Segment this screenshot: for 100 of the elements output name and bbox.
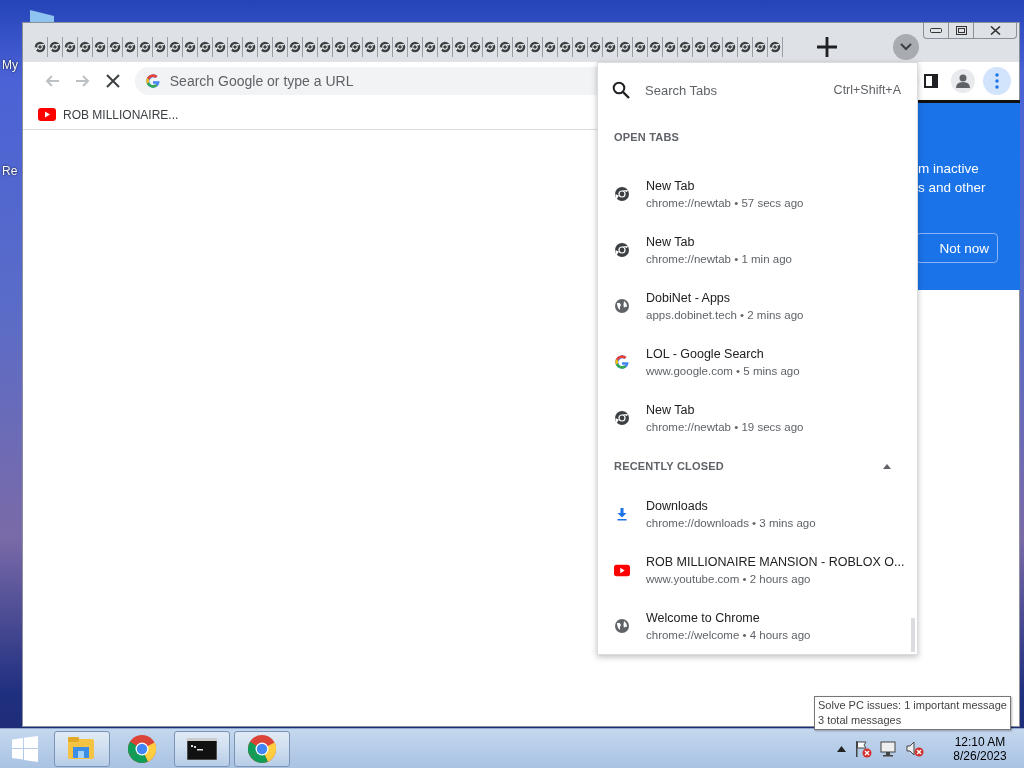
chrome-icon bbox=[379, 40, 391, 53]
tab[interactable] bbox=[513, 36, 528, 57]
tab[interactable] bbox=[603, 36, 618, 57]
tab[interactable] bbox=[528, 36, 543, 57]
tab[interactable] bbox=[78, 36, 93, 57]
tab[interactable] bbox=[93, 36, 108, 57]
tab-title[interactable]: Welcome to Chrome bbox=[646, 611, 811, 625]
tab[interactable] bbox=[438, 36, 453, 57]
promo-text: s and other bbox=[918, 180, 987, 195]
chevron-down-icon bbox=[900, 42, 912, 51]
chrome-icon bbox=[409, 40, 421, 53]
tab[interactable] bbox=[228, 36, 243, 57]
tab[interactable] bbox=[693, 36, 708, 57]
search-tabs-field[interactable]: Search Tabs bbox=[645, 82, 718, 98]
speaker-muted-icon bbox=[906, 740, 924, 757]
tab[interactable] bbox=[468, 36, 483, 57]
chrome-icon bbox=[499, 40, 511, 53]
tab[interactable] bbox=[123, 36, 138, 57]
tab[interactable] bbox=[738, 36, 753, 57]
bookmark[interactable]: ROB MILLIONAIRE... bbox=[63, 107, 179, 122]
tab[interactable] bbox=[63, 36, 78, 57]
tab[interactable] bbox=[633, 36, 648, 57]
chrome-icon bbox=[634, 40, 646, 53]
tab[interactable] bbox=[333, 36, 348, 57]
windows-logo-icon bbox=[12, 735, 38, 762]
tab[interactable] bbox=[498, 36, 513, 57]
tab-url-time: www.google.com • 5 mins ago bbox=[646, 365, 800, 377]
tab[interactable] bbox=[588, 36, 603, 57]
maximize-icon bbox=[955, 26, 967, 35]
tab[interactable] bbox=[288, 36, 303, 57]
tab-search-button[interactable] bbox=[893, 33, 919, 60]
tab[interactable] bbox=[618, 36, 633, 57]
tab[interactable] bbox=[318, 36, 333, 57]
tab[interactable] bbox=[573, 36, 588, 57]
tab-title[interactable]: Downloads bbox=[646, 499, 816, 513]
chrome-icon bbox=[244, 40, 256, 53]
tab-title[interactable]: LOL - Google Search bbox=[646, 347, 800, 361]
chrome-icon bbox=[229, 40, 241, 53]
tab[interactable] bbox=[558, 36, 573, 57]
tab[interactable] bbox=[393, 36, 408, 57]
taskbar-app-button[interactable] bbox=[174, 730, 230, 767]
not-now-button[interactable]: Not now bbox=[916, 233, 998, 263]
caret-up-icon[interactable] bbox=[883, 463, 891, 469]
clock[interactable]: 12:10 AM 8/26/2023 bbox=[944, 734, 1016, 763]
tab[interactable] bbox=[153, 36, 168, 57]
tab[interactable] bbox=[708, 36, 723, 57]
chrome-icon bbox=[709, 40, 721, 53]
tab[interactable] bbox=[108, 36, 123, 57]
chrome-icon bbox=[484, 40, 496, 53]
tab[interactable] bbox=[723, 36, 738, 57]
tab[interactable] bbox=[303, 36, 318, 57]
tab[interactable] bbox=[243, 36, 258, 57]
tab[interactable] bbox=[408, 36, 423, 57]
close-icon bbox=[989, 26, 1001, 35]
tab[interactable] bbox=[753, 36, 768, 57]
menu-button[interactable] bbox=[983, 67, 1011, 95]
tab[interactable] bbox=[453, 36, 468, 57]
tab[interactable] bbox=[423, 36, 438, 57]
person-icon bbox=[955, 73, 971, 89]
tab[interactable] bbox=[348, 36, 363, 57]
chrome-logo-icon bbox=[127, 733, 157, 764]
scrollbar-thumb[interactable] bbox=[911, 618, 915, 652]
tab-title[interactable]: New Tab bbox=[646, 235, 792, 249]
chrome-icon bbox=[559, 40, 571, 53]
chrome-icon bbox=[614, 410, 630, 426]
tab[interactable] bbox=[48, 36, 63, 57]
tab[interactable] bbox=[543, 36, 558, 57]
tab-title[interactable]: New Tab bbox=[646, 403, 804, 417]
tab-title[interactable]: ROB MILLIONAIRE MANSION - ROBLOX O... bbox=[646, 555, 905, 569]
tab[interactable] bbox=[183, 36, 198, 57]
tab[interactable] bbox=[768, 36, 783, 57]
desktop-icon-label[interactable]: Re bbox=[2, 164, 18, 178]
tab[interactable] bbox=[33, 36, 48, 57]
tab[interactable] bbox=[138, 36, 153, 57]
tab[interactable] bbox=[363, 36, 378, 57]
chrome-icon bbox=[469, 40, 481, 53]
tab[interactable] bbox=[678, 36, 693, 57]
tab[interactable] bbox=[648, 36, 663, 57]
tab-url-time: chrome://newtab • 57 secs ago bbox=[646, 197, 804, 209]
tab[interactable] bbox=[213, 36, 228, 57]
tab-title[interactable]: DobiNet - Apps bbox=[646, 291, 804, 305]
chrome-icon bbox=[614, 242, 630, 258]
new-tab-icon[interactable] bbox=[817, 36, 837, 57]
tab[interactable] bbox=[258, 36, 273, 57]
tab[interactable] bbox=[378, 36, 393, 57]
tab-title[interactable]: New Tab bbox=[646, 179, 804, 193]
chrome-icon bbox=[529, 40, 541, 53]
chrome-icon bbox=[649, 40, 661, 53]
tab[interactable] bbox=[663, 36, 678, 57]
chrome-icon bbox=[394, 40, 406, 53]
profile-button[interactable] bbox=[951, 69, 975, 93]
tab-url-time: chrome://downloads • 3 mins ago bbox=[646, 517, 816, 529]
tab[interactable] bbox=[483, 36, 498, 57]
tab[interactable] bbox=[198, 36, 213, 57]
tab-url-time: chrome://newtab • 1 min ago bbox=[646, 253, 792, 265]
tab[interactable] bbox=[168, 36, 183, 57]
google-icon bbox=[144, 73, 161, 89]
desktop-icon-label[interactable]: My bbox=[2, 58, 18, 72]
tab[interactable] bbox=[273, 36, 288, 57]
address-bar-placeholder: Search Google or type a URL bbox=[169, 73, 354, 89]
